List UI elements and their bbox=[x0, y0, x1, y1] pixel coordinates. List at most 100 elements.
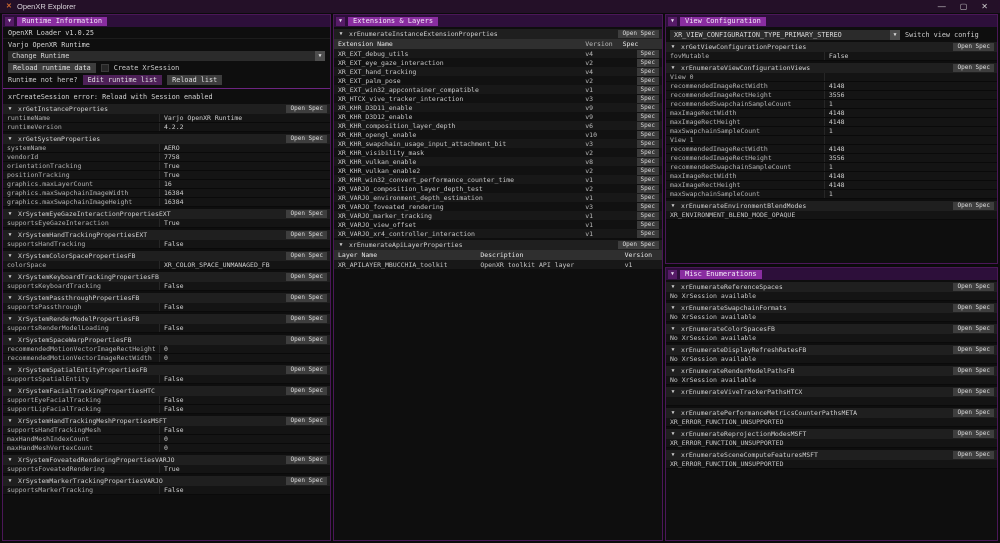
collapse-icon[interactable]: ▼ bbox=[669, 410, 677, 416]
open-spec-button[interactable]: Open Spec bbox=[953, 202, 994, 210]
spec-button[interactable]: Spec bbox=[636, 193, 659, 202]
open-spec-button[interactable]: Open Spec bbox=[953, 304, 994, 312]
open-spec-button[interactable]: Open Spec bbox=[286, 477, 327, 485]
collapse-icon[interactable]: ▼ bbox=[6, 478, 14, 484]
spec-button[interactable]: Spec bbox=[636, 184, 659, 193]
spec-button[interactable]: Spec bbox=[636, 148, 659, 157]
collapse-icon[interactable]: ▼ bbox=[6, 253, 14, 259]
open-spec-button[interactable]: Open Spec bbox=[953, 367, 994, 375]
open-spec-button[interactable]: Open Spec bbox=[286, 387, 327, 395]
spec-button[interactable]: Spec bbox=[636, 220, 659, 229]
spec-button[interactable]: Spec bbox=[636, 130, 659, 139]
open-spec-button[interactable]: Open Spec bbox=[286, 315, 327, 323]
collapse-icon[interactable]: ▼ bbox=[6, 388, 14, 394]
collapse-icon[interactable]: ▼ bbox=[668, 269, 677, 279]
open-spec-button[interactable]: Open Spec bbox=[286, 252, 327, 260]
close-button[interactable]: ✕ bbox=[981, 2, 988, 11]
spec-button[interactable]: Spec bbox=[636, 166, 659, 175]
collapse-icon[interactable]: ▼ bbox=[337, 31, 345, 37]
property-row: recommendedImageRectWidth 4148 bbox=[666, 145, 997, 154]
collapse-icon[interactable]: ▼ bbox=[669, 389, 677, 395]
collapse-icon[interactable]: ▼ bbox=[6, 457, 14, 463]
collapse-icon[interactable]: ▼ bbox=[6, 136, 14, 142]
collapse-icon[interactable]: ▼ bbox=[669, 203, 677, 209]
open-spec-button[interactable]: Open Spec bbox=[286, 105, 327, 113]
collapse-icon[interactable]: ▼ bbox=[669, 305, 677, 311]
open-spec-button[interactable]: Open Spec bbox=[286, 417, 327, 425]
collapse-icon[interactable]: ▼ bbox=[6, 337, 14, 343]
open-spec-button[interactable]: Open Spec bbox=[953, 283, 994, 291]
column-extension-name: Extension Name bbox=[338, 40, 393, 48]
collapse-icon[interactable]: ▼ bbox=[6, 232, 14, 238]
extension-row: XR_VARJO_view_offset v1 Spec bbox=[334, 220, 662, 229]
open-spec-button[interactable]: Open Spec bbox=[286, 135, 327, 143]
spec-button[interactable]: Spec bbox=[636, 139, 659, 148]
edit-runtime-list-button[interactable]: Edit runtime list bbox=[82, 75, 163, 85]
spec-button[interactable]: Spec bbox=[636, 112, 659, 121]
open-spec-button[interactable]: Open Spec bbox=[286, 273, 327, 281]
spec-button[interactable]: Spec bbox=[636, 175, 659, 184]
collapse-icon[interactable]: ▼ bbox=[6, 106, 14, 112]
open-spec-button[interactable]: Open Spec bbox=[286, 231, 327, 239]
collapse-icon[interactable]: ▼ bbox=[668, 16, 677, 26]
open-spec-button[interactable]: Open Spec bbox=[286, 366, 327, 374]
collapse-icon[interactable]: ▼ bbox=[669, 452, 677, 458]
spec-button[interactable]: Spec bbox=[636, 94, 659, 103]
spec-button[interactable]: Spec bbox=[636, 49, 659, 58]
spec-button[interactable]: Spec bbox=[636, 58, 659, 67]
spec-button[interactable]: Spec bbox=[636, 202, 659, 211]
collapse-icon[interactable]: ▼ bbox=[669, 284, 677, 290]
minimize-button[interactable]: — bbox=[938, 2, 946, 11]
spec-button[interactable]: Spec bbox=[636, 157, 659, 166]
create-xrsession-checkbox[interactable] bbox=[100, 64, 109, 72]
open-spec-button[interactable]: Open Spec bbox=[953, 430, 994, 438]
collapse-icon[interactable]: ▼ bbox=[6, 274, 14, 280]
collapse-icon[interactable]: ▼ bbox=[669, 65, 677, 71]
spec-button[interactable]: Spec bbox=[636, 67, 659, 76]
maximize-button[interactable]: ▢ bbox=[960, 2, 968, 11]
open-spec-button[interactable]: Open Spec bbox=[286, 336, 327, 344]
collapse-icon[interactable]: ▼ bbox=[669, 431, 677, 437]
section-title: xrEnumeratePerformanceMetricsCounterPath… bbox=[681, 409, 858, 417]
open-spec-button[interactable]: Open Spec bbox=[953, 325, 994, 333]
collapse-icon[interactable]: ▼ bbox=[337, 242, 345, 248]
panel-title: Runtime Information bbox=[17, 16, 108, 26]
spec-button[interactable]: Spec bbox=[636, 85, 659, 94]
collapse-icon[interactable]: ▼ bbox=[669, 368, 677, 374]
extension-version: v2 bbox=[585, 58, 594, 67]
open-spec-button[interactable]: Open Spec bbox=[953, 64, 994, 72]
spec-button[interactable]: Spec bbox=[636, 229, 659, 238]
open-spec-button[interactable]: Open Spec bbox=[953, 409, 994, 417]
reload-runtime-data-button[interactable]: Reload runtime data bbox=[8, 63, 96, 73]
open-spec-button[interactable]: Open Spec bbox=[953, 43, 994, 51]
spec-button[interactable]: Spec bbox=[636, 121, 659, 130]
collapse-icon[interactable]: ▼ bbox=[336, 16, 345, 26]
collapse-icon[interactable]: ▼ bbox=[6, 295, 14, 301]
open-spec-button[interactable]: Open Spec bbox=[618, 241, 659, 249]
spec-button[interactable]: Spec bbox=[636, 103, 659, 112]
property-value: False bbox=[163, 282, 184, 290]
section-title: XrSystemFoveatedRenderingPropertiesVARJO bbox=[18, 456, 175, 464]
property-value: 3556 bbox=[828, 91, 845, 99]
property-name: supportsFoveatedRendering bbox=[3, 465, 160, 473]
open-spec-button[interactable]: Open Spec bbox=[953, 451, 994, 459]
collapse-icon[interactable]: ▼ bbox=[669, 347, 677, 353]
collapse-icon[interactable]: ▼ bbox=[6, 367, 14, 373]
open-spec-button[interactable]: Open Spec bbox=[953, 346, 994, 354]
open-spec-button[interactable]: Open Spec bbox=[953, 388, 994, 396]
spec-button[interactable]: Spec bbox=[636, 211, 659, 220]
spec-button[interactable]: Spec bbox=[636, 76, 659, 85]
collapse-icon[interactable]: ▼ bbox=[5, 16, 14, 26]
open-spec-button[interactable]: Open Spec bbox=[618, 30, 659, 38]
collapse-icon[interactable]: ▼ bbox=[669, 326, 677, 332]
view-config-dropdown[interactable]: XR_VIEW_CONFIGURATION_TYPE_PRIMARY_STERE… bbox=[670, 29, 900, 40]
change-runtime-dropdown[interactable]: Change Runtime ▼ bbox=[8, 51, 325, 61]
open-spec-button[interactable]: Open Spec bbox=[286, 210, 327, 218]
collapse-icon[interactable]: ▼ bbox=[669, 44, 677, 50]
collapse-icon[interactable]: ▼ bbox=[6, 418, 14, 424]
collapse-icon[interactable]: ▼ bbox=[6, 316, 14, 322]
reload-list-button[interactable]: Reload list bbox=[167, 75, 223, 85]
open-spec-button[interactable]: Open Spec bbox=[286, 456, 327, 464]
open-spec-button[interactable]: Open Spec bbox=[286, 294, 327, 302]
collapse-icon[interactable]: ▼ bbox=[6, 211, 14, 217]
